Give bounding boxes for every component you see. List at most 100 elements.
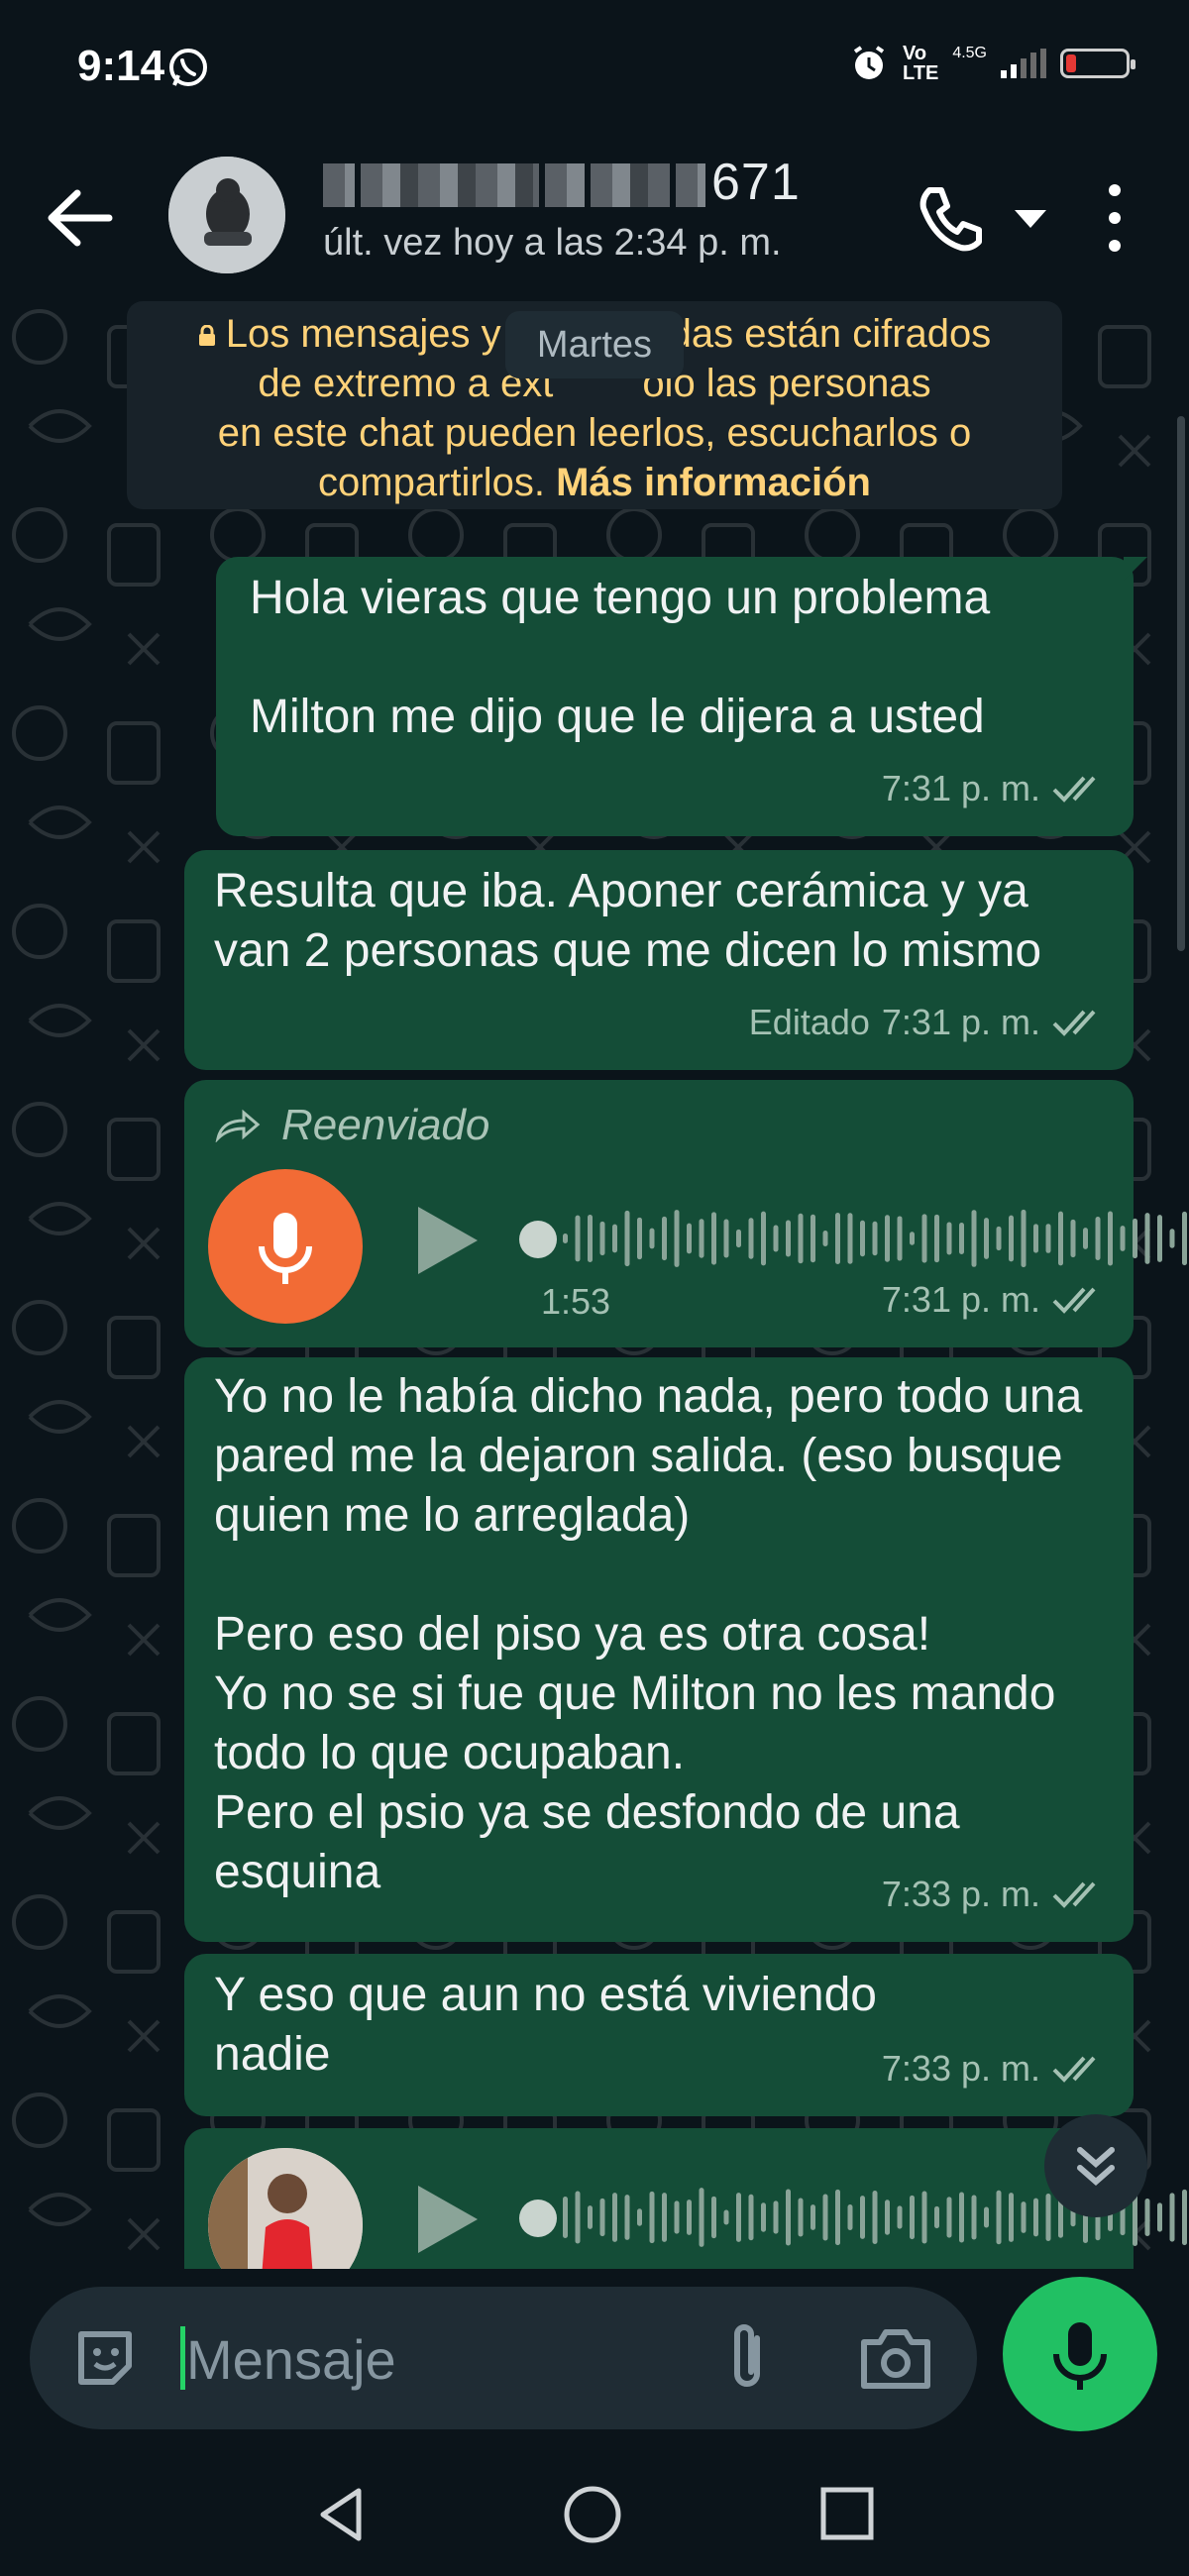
- contact-name[interactable]: 671: [323, 153, 801, 212]
- waveform-bar: [1182, 1211, 1187, 1266]
- battery-icon: [1060, 49, 1135, 78]
- waveform-bar: [1033, 1224, 1038, 1253]
- back-arrow-icon[interactable]: [40, 183, 119, 253]
- waveform-bar: [699, 1219, 704, 1258]
- voice-record-button[interactable]: [1003, 2277, 1157, 2431]
- chevron-down-icon[interactable]: [1001, 198, 1060, 238]
- double-check-icon: [1052, 1881, 1096, 1908]
- status-indicators: Vo LTE 4.5G: [849, 43, 1135, 84]
- waveform-bar: [662, 2193, 667, 2242]
- waveform-bar: [798, 1213, 804, 1264]
- waveform-bar: [662, 1216, 667, 1261]
- waveform-bar: [637, 2208, 642, 2226]
- waveform-bar: [1108, 1211, 1113, 1266]
- waveform-bar: [575, 2191, 581, 2244]
- waveform-bar: [885, 1215, 890, 1262]
- waveform-bar: [971, 1210, 977, 1267]
- waveform-bar: [1021, 1209, 1027, 1268]
- waveform-bar: [984, 1218, 989, 1259]
- waveform-bar: [910, 2195, 915, 2240]
- waveform-bar: [575, 1215, 581, 1262]
- message-time: 7:31 p. m.: [881, 1002, 1040, 1042]
- microphone-icon: [259, 1213, 312, 1284]
- last-seen: últ. vez hoy a las 2:34 p. m.: [323, 222, 782, 264]
- message-bubble[interactable]: Hola vieras que tengo un problema Milton…: [216, 557, 1147, 836]
- edited-label: Editado: [748, 1002, 870, 1042]
- status-bar: 9:14 Vo LTE 4.5G: [0, 0, 1189, 139]
- waveform-bar: [711, 2196, 716, 2239]
- waveform-bar: [624, 1210, 630, 1267]
- waveform-bar: [786, 2189, 791, 2246]
- contact-avatar[interactable]: [168, 157, 285, 273]
- waveform-bar: [872, 2191, 878, 2244]
- voice-note-avatar: [208, 2148, 363, 2269]
- waveform-bar: [921, 2191, 927, 2244]
- waveform-bar: [723, 2209, 729, 2225]
- waveform-bar: [1009, 1215, 1014, 1262]
- volte-indicator: Vo LTE: [903, 43, 939, 84]
- waveform-bar: [1095, 1217, 1101, 1260]
- nav-recents-icon[interactable]: [818, 2485, 876, 2542]
- message-input[interactable]: [184, 2316, 703, 2402]
- message-time: 7:31 p. m.: [881, 768, 1040, 808]
- waveform-bar: [835, 2189, 840, 2246]
- waveform-bar: [1133, 1218, 1137, 1259]
- waveform-bar: [761, 2202, 766, 2232]
- waveform-bar: [872, 1221, 878, 1256]
- voice-call-icon[interactable]: [912, 178, 991, 258]
- chat-area[interactable]: Los mensajes y das están cifrados de extr…: [0, 297, 1189, 2269]
- message-meta: 7:31 p. m.: [882, 1270, 1106, 1330]
- waveform-bar: [649, 2191, 655, 2244]
- forward-arrow-icon: [215, 1109, 261, 1142]
- waveform-bar: [996, 1226, 1002, 1251]
- waveform-bar: [984, 2206, 989, 2228]
- waveform-bar: [897, 2205, 903, 2229]
- waveform-bar: [860, 1220, 865, 1257]
- waveform-bar: [1033, 2198, 1038, 2237]
- camera-icon[interactable]: [856, 2320, 935, 2396]
- waveform-bar: [1009, 2193, 1014, 2242]
- waveform-bar: [847, 1213, 853, 1264]
- message-bubble[interactable]: Resulta que iba. Aponer cerámica y ya va…: [184, 850, 1134, 1070]
- microphone-icon: [1053, 2322, 1107, 2390]
- double-check-icon: [1052, 1287, 1096, 1314]
- more-options-icon[interactable]: [1090, 176, 1139, 260]
- more-info-link[interactable]: Más información: [556, 461, 871, 504]
- message-text: Hola vieras que tengo un problema Milton…: [250, 572, 991, 743]
- voice-message-bubble[interactable]: Reenviado 1:53 7:31 p. m.: [184, 1080, 1187, 1347]
- voice-message-bubble[interactable]: [184, 2128, 1187, 2269]
- message-bubble[interactable]: Y eso que aun no está viviendo nadie 7:3…: [184, 1954, 1134, 2116]
- lock-icon: [198, 325, 215, 347]
- message-bubble[interactable]: Yo no le había dicho nada, pero todo una…: [184, 1357, 1134, 1942]
- status-time: 9:14: [77, 42, 165, 90]
- paperclip-icon[interactable]: [713, 2318, 783, 2398]
- play-icon[interactable]: [418, 1207, 478, 1274]
- sticker-emoji-icon[interactable]: [69, 2322, 141, 2394]
- waveform-bar: [996, 2190, 1002, 2245]
- waveform-bar: [1058, 1211, 1063, 1266]
- waveform-bar: [736, 1229, 741, 1248]
- alarm-icon: [853, 46, 885, 79]
- waveform-bar: [946, 1222, 952, 1255]
- waveform-bar: [811, 2204, 815, 2230]
- audio-progress-handle[interactable]: [519, 1221, 557, 1258]
- waveform-bar: [674, 2200, 680, 2234]
- waveform-bar: [1070, 1219, 1076, 1258]
- waveform-bar: [699, 2188, 704, 2247]
- scroll-to-bottom-button[interactable]: [1044, 2114, 1147, 2217]
- waveform-bar: [1157, 2202, 1162, 2232]
- chat-header: 671 últ. vez hoy a las 2:34 p. m.: [0, 139, 1189, 297]
- waveform-bar: [612, 1224, 617, 1253]
- waveform-bar: [687, 2200, 692, 2235]
- message-meta: Editado 7:31 p. m.: [749, 993, 1106, 1052]
- nav-back-icon[interactable]: [313, 2485, 373, 2544]
- waveform-bar: [674, 1210, 680, 1267]
- waveform-bar: [1157, 1215, 1162, 1262]
- waveform-bar: [798, 2198, 804, 2237]
- waveform-bar: [563, 1234, 568, 1243]
- nav-home-icon[interactable]: [561, 2483, 624, 2546]
- waveform-bar: [687, 1223, 692, 1254]
- scrollbar[interactable]: [1177, 416, 1185, 951]
- play-icon[interactable]: [418, 2186, 478, 2253]
- audio-progress-handle[interactable]: [519, 2200, 557, 2237]
